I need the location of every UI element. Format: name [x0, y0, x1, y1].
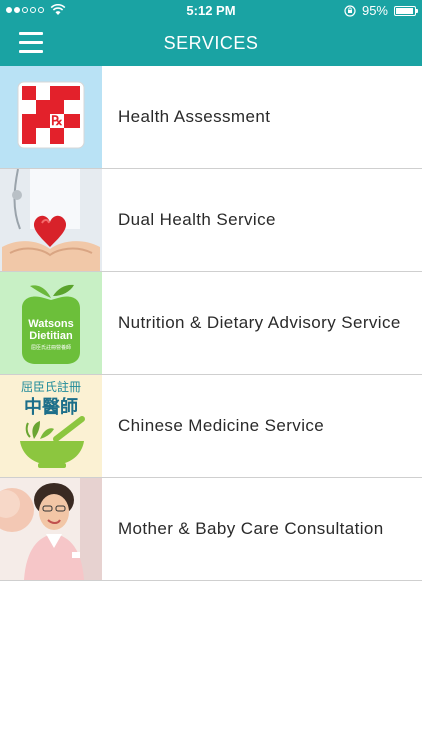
nurse-with-baby-photo-icon: [0, 478, 102, 580]
status-right: 95%: [344, 3, 418, 18]
service-label: Chinese Medicine Service: [118, 416, 325, 435]
service-dual-health[interactable]: Dual Health Service: [0, 169, 422, 272]
service-label: Nutrition & Dietary Advisory Service: [118, 313, 401, 332]
service-label: Dual Health Service: [118, 210, 276, 229]
chinese-medicine-thumbnail: 屈臣氏註冊 中醫師: [0, 375, 102, 477]
svg-text:屈臣氏註冊: 屈臣氏註冊: [21, 380, 81, 394]
svg-text:℞: ℞: [51, 113, 63, 128]
service-health-assessment[interactable]: ℞ Health Assessment: [0, 66, 422, 169]
status-bar: 5:12 PM 95%: [0, 0, 422, 22]
svg-text:Dietitian: Dietitian: [29, 330, 73, 342]
nutrition-thumbnail: Watsons Dietitian 屈臣氏註冊營養師: [0, 272, 102, 374]
mother-baby-thumbnail: [0, 478, 102, 580]
pharmacy-cross-logo-icon: ℞: [17, 81, 85, 149]
service-label: Health Assessment: [118, 107, 271, 126]
svg-text:Watsons: Watsons: [28, 318, 73, 330]
service-mother-baby-care[interactable]: Mother & Baby Care Consultation: [0, 478, 422, 581]
svg-text:屈臣氏註冊營養師: 屈臣氏註冊營養師: [31, 344, 71, 351]
health-assessment-thumbnail: ℞: [0, 66, 102, 168]
service-chinese-medicine[interactable]: 屈臣氏註冊 中醫師 Chinese Medicine Service: [0, 375, 422, 478]
svg-text:中醫師: 中醫師: [24, 396, 78, 418]
service-nutrition-dietary[interactable]: Watsons Dietitian 屈臣氏註冊營養師 Nutrition & D…: [0, 272, 422, 375]
dual-health-thumbnail: [0, 169, 102, 271]
battery-icon: [394, 5, 418, 16]
nav-bar: SERVICES: [0, 22, 422, 66]
services-list: ℞ Health Assessment Dual Health Service: [0, 66, 422, 581]
service-label: Mother & Baby Care Consultation: [118, 519, 384, 538]
rotation-lock-icon: [344, 4, 356, 17]
mortar-herb-icon: 屈臣氏註冊 中醫師: [20, 380, 85, 468]
apple-dietitian-logo-icon: Watsons Dietitian 屈臣氏註冊營養師: [22, 284, 80, 364]
battery-percent: 95%: [361, 3, 388, 18]
page-title: SERVICES: [163, 33, 259, 53]
heart-in-hands-icon: [0, 169, 102, 271]
